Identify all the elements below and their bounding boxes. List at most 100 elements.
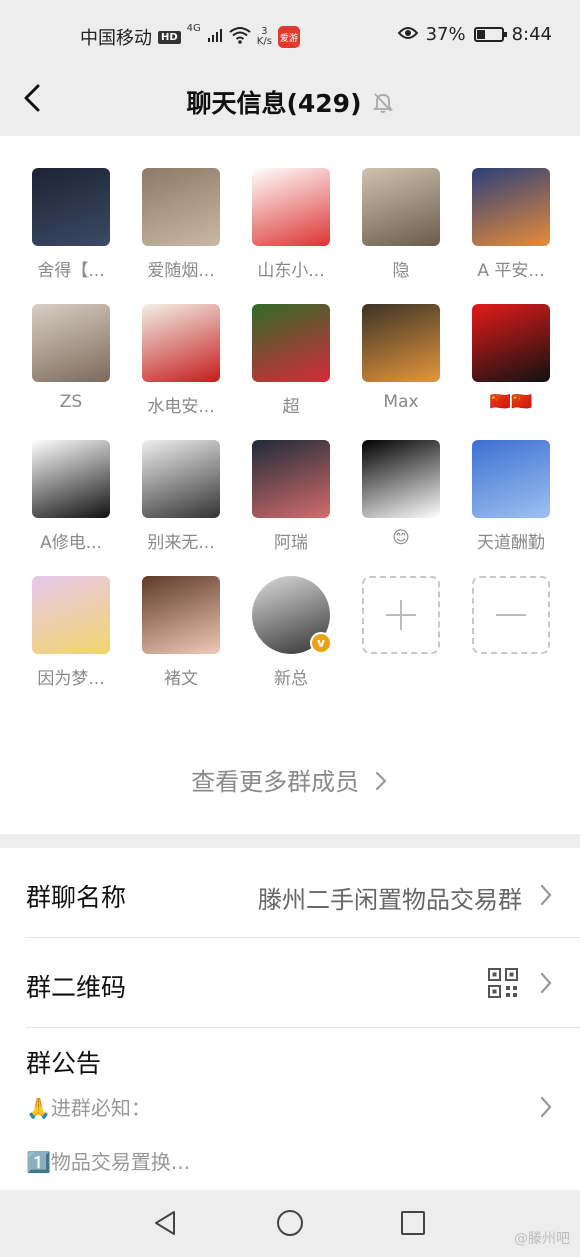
hands-avatar xyxy=(362,440,440,518)
battery-icon xyxy=(473,27,507,42)
night-scene-avatar xyxy=(252,440,330,518)
member-name: ZS xyxy=(59,392,83,412)
member-name: 因为梦... xyxy=(37,669,105,689)
member-name: Max xyxy=(383,392,419,412)
page-title-container: 聊天信息(429) xyxy=(0,84,580,120)
girl-avatar xyxy=(32,304,110,382)
member-item[interactable]: 山东小... xyxy=(236,168,346,281)
group-settings: 群聊名称 滕州二手闲置物品交易群 群二维码 群公告 🙏进群必知： 1️⃣物品交易… xyxy=(0,848,580,1190)
status-right: 37% 8:44 xyxy=(397,24,552,45)
member-name: 新总 xyxy=(274,669,308,689)
member-item[interactable]: 超 xyxy=(236,304,346,417)
member-name: 超 xyxy=(282,397,300,417)
member-item[interactable]: ZS xyxy=(16,304,126,416)
member-name: 褚文 xyxy=(164,669,198,689)
network-type: 4G xyxy=(186,23,201,34)
member-item[interactable]: 别来无... xyxy=(126,440,236,553)
member-name: A修电... xyxy=(40,533,102,553)
sunset-avatar xyxy=(472,168,550,246)
member-name: A 平安... xyxy=(477,261,545,281)
car-avatar xyxy=(32,168,110,246)
member-item[interactable]: 😊 xyxy=(346,440,456,552)
member-item[interactable]: A 平安... xyxy=(456,168,566,281)
member-item[interactable]: 爱随烟... xyxy=(126,168,236,281)
member-name: 舍得【... xyxy=(37,261,105,281)
members-panel: 舍得【... 爱随烟... 山东小... 隐 A 平安... ZS 水电安... 超 Max 🇨🇳… xyxy=(0,136,580,834)
calligraphy-avatar xyxy=(252,168,330,246)
chevron-right-icon xyxy=(540,1096,552,1118)
wifi-icon xyxy=(229,26,251,49)
remove-member-button[interactable] xyxy=(456,576,566,688)
group-notice-line-2: 1️⃣物品交易置换... xyxy=(26,1150,190,1174)
group-name-row[interactable]: 群聊名称 滕州二手闲置物品交易群 xyxy=(26,848,580,938)
status-bar: 中国移动 HD 4G 3 K/s 爱游 37% 8:44 xyxy=(0,0,580,70)
member-item[interactable]: 水电安... xyxy=(126,304,236,417)
add-member-button[interactable] xyxy=(346,576,456,688)
group-name-label: 群聊名称 xyxy=(26,883,127,912)
signal-icon xyxy=(207,27,223,48)
member-name: 水电安... xyxy=(147,397,215,417)
net-speed-unit: K/s xyxy=(256,36,272,47)
member-item[interactable]: 褚文 xyxy=(126,576,236,689)
member-name: 😊 xyxy=(392,528,410,548)
member-item[interactable]: 因为梦... xyxy=(16,576,126,689)
flower-avatar xyxy=(252,304,330,382)
plus-icon xyxy=(362,576,440,654)
app-notification-icon: 爱游 xyxy=(277,26,300,48)
view-more-members-label: 查看更多群成员 xyxy=(191,768,360,796)
dunes-avatar xyxy=(472,440,550,518)
chevron-right-icon xyxy=(540,972,552,994)
silhouette-avatar xyxy=(362,304,440,382)
member-item[interactable]: 天道酬勤 xyxy=(456,440,566,553)
watermark: @滕州吧 xyxy=(514,1231,570,1247)
girl-selfie-avatar xyxy=(142,576,220,654)
couple-avatar: v xyxy=(252,576,332,654)
member-item[interactable]: Max xyxy=(346,304,456,416)
nav-back-button[interactable] xyxy=(150,1208,180,1238)
circle-home-icon xyxy=(277,1210,303,1236)
minus-icon xyxy=(472,576,550,654)
member-item[interactable]: 🇨🇳🇨🇳 xyxy=(456,304,566,416)
member-name: 🇨🇳🇨🇳 xyxy=(489,392,533,412)
hd-icon: HD xyxy=(158,30,181,44)
nav-home-button[interactable] xyxy=(275,1208,305,1238)
view-more-members-button[interactable]: 查看更多群成员 xyxy=(0,762,580,797)
nav-recents-button[interactable] xyxy=(398,1208,428,1238)
member-item[interactable]: 舍得【... xyxy=(16,168,126,281)
member-name: 爱随烟... xyxy=(147,261,215,281)
carrier-label: 中国移动 xyxy=(80,28,152,49)
member-grid: 舍得【... 爱随烟... 山东小... 隐 A 平安... ZS 水电安... 超 Max 🇨🇳… xyxy=(16,168,566,689)
status-left: 中国移动 HD 4G 3 K/s 爱游 xyxy=(80,24,300,50)
member-item[interactable]: v 新总 xyxy=(236,576,346,689)
verified-badge-icon: v xyxy=(310,632,332,654)
chevron-right-icon xyxy=(375,771,387,791)
member-item[interactable]: 隐 xyxy=(346,168,456,281)
group-notice-row[interactable]: 群公告 🙏进群必知： 1️⃣物品交易置换... xyxy=(26,1028,580,1190)
system-nav-bar xyxy=(0,1190,580,1257)
member-item[interactable]: 阿瑞 xyxy=(236,440,346,553)
clock: 8:44 xyxy=(511,24,552,45)
title-bar: 聊天信息(429) xyxy=(0,70,580,136)
cat-avatar xyxy=(142,168,220,246)
battery-percent: 37% xyxy=(425,24,466,45)
member-item[interactable]: A修电... xyxy=(16,440,126,553)
eye-icon xyxy=(397,24,418,45)
battery-fill xyxy=(476,30,486,39)
anime-avatar xyxy=(32,576,110,654)
cartoon-boy-avatar xyxy=(142,440,220,518)
qr-code-icon xyxy=(488,968,518,998)
group-notice-label: 群公告 xyxy=(26,1049,102,1078)
triangle-back-icon xyxy=(155,1211,175,1235)
group-qr-label: 群二维码 xyxy=(26,973,127,1002)
printer-cartoon-avatar xyxy=(32,440,110,518)
net-speed: 3 K/s xyxy=(257,27,272,47)
group-name-value: 滕州二手闲置物品交易群 xyxy=(258,886,522,914)
square-recents-icon xyxy=(401,1211,425,1235)
group-notice-line-1: 🙏进群必知： xyxy=(26,1096,151,1120)
group-qr-row[interactable]: 群二维码 xyxy=(26,938,580,1028)
person-avatar xyxy=(362,168,440,246)
member-name: 山东小... xyxy=(257,261,325,281)
member-name: 隐 xyxy=(392,261,410,281)
member-name: 别来无... xyxy=(147,533,215,553)
chevron-right-icon xyxy=(540,884,552,906)
